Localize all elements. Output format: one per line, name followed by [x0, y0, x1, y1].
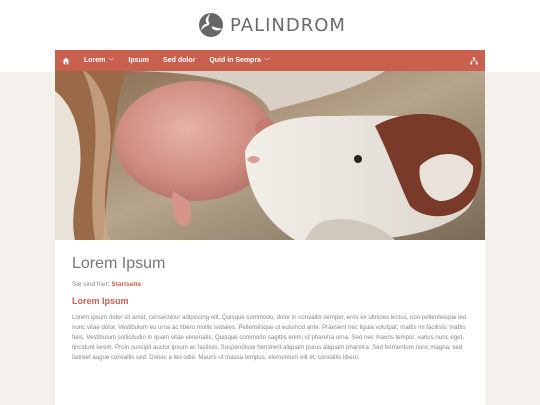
- nav-item-label: Sed dolor: [163, 57, 196, 64]
- breadcrumb: Sie sind hier: Startseite: [72, 281, 141, 288]
- hero-image: [55, 71, 485, 240]
- section-heading: Lorem Ipsum: [72, 296, 129, 306]
- nav-item-label: Ipsum: [128, 57, 150, 64]
- site-header: PALINDROM: [0, 0, 540, 50]
- chevron-down-icon: ﹀: [108, 59, 115, 65]
- site-logo[interactable]: PALINDROM: [198, 12, 346, 38]
- main-content: Lorem Ipsum Sie sind hier: Startseite Lo…: [55, 240, 485, 405]
- home-icon: [62, 57, 70, 64]
- nav-item-lorem[interactable]: Lorem ﹀: [77, 50, 121, 71]
- body-paragraph: Lorem ipsum dolor sit amet, consectetur …: [72, 314, 467, 362]
- nav-item-sed-dolor[interactable]: Sed dolor: [156, 50, 202, 71]
- page-title: Lorem Ipsum: [72, 255, 166, 272]
- nav-item-label: Quid in Sempra: [209, 57, 262, 64]
- calf-photo: [55, 71, 485, 240]
- nav-sitemap[interactable]: [463, 50, 485, 71]
- nav-item-quid-in-sempra[interactable]: Quid in Sempra ﹀: [202, 50, 277, 71]
- nav-item-label: Lorem: [84, 57, 106, 64]
- breadcrumb-prefix: Sie sind hier:: [72, 281, 110, 288]
- breadcrumb-link-startseite[interactable]: Startseite: [111, 281, 141, 288]
- site-name: PALINDROM: [230, 14, 346, 36]
- sitemap-icon: [470, 56, 478, 64]
- palindrom-logo-icon: [199, 13, 224, 37]
- main-navigation: Lorem ﹀ Ipsum Sed dolor Quid in Sempra ﹀: [55, 50, 485, 71]
- nav-home[interactable]: [55, 50, 77, 71]
- nav-item-ipsum[interactable]: Ipsum: [121, 50, 156, 71]
- chevron-down-icon: ﹀: [264, 59, 271, 65]
